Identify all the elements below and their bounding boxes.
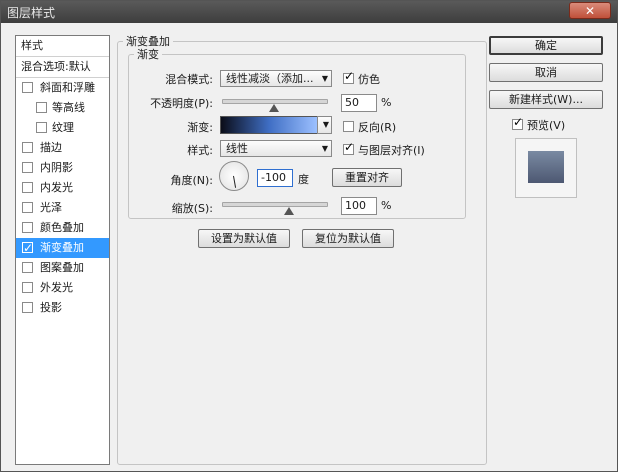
style-dropdown[interactable]: 线性 ▼	[220, 140, 332, 157]
angle-unit: 度	[298, 173, 309, 186]
scale-unit: %	[381, 199, 392, 212]
style-item-checkbox[interactable]	[36, 102, 47, 113]
style-item-label: 内阴影	[40, 161, 73, 174]
style-list-item[interactable]: 颜色叠加	[16, 218, 109, 238]
dialog-body: 样式 混合选项:默认 斜面和浮雕等高线纹理描边内阴影内发光光泽颜色叠加渐变叠加图…	[5, 25, 613, 467]
blend-mode-value: 线性减淡（添加...	[226, 72, 314, 85]
style-list-item[interactable]: 外发光	[16, 278, 109, 298]
style-item-label: 描边	[40, 141, 62, 154]
angle-dial[interactable]	[219, 161, 249, 191]
ok-button[interactable]: 确定	[489, 36, 603, 55]
style-item-label: 外发光	[40, 281, 73, 294]
chevron-down-icon: ▼	[321, 74, 328, 83]
style-item-checkbox[interactable]	[22, 182, 33, 193]
dither-checkbox[interactable]: 仿色	[343, 69, 380, 87]
style-list: 样式 混合选项:默认 斜面和浮雕等高线纹理描边内阴影内发光光泽颜色叠加渐变叠加图…	[15, 35, 110, 465]
style-value: 线性	[226, 142, 248, 155]
style-item-checkbox[interactable]	[22, 162, 33, 173]
close-button[interactable]: ✕	[569, 2, 611, 19]
dither-label: 仿色	[358, 73, 380, 86]
style-item-checkbox[interactable]	[36, 122, 47, 133]
style-list-item[interactable]: 渐变叠加	[16, 238, 109, 258]
style-item-checkbox[interactable]	[22, 282, 33, 293]
scale-label: 缩放(S):	[171, 202, 213, 215]
reverse-check[interactable]	[343, 121, 354, 132]
preview-label: 预览(V)	[527, 119, 566, 132]
scale-slider-thumb[interactable]	[283, 207, 294, 215]
align-with-layer-label: 与图层对齐(I)	[358, 144, 425, 157]
style-preview-swatch	[528, 151, 564, 183]
reset-alignment-button[interactable]: 重置对齐	[332, 168, 402, 187]
style-item-label: 图案叠加	[40, 261, 84, 274]
style-list-header-styles[interactable]: 样式	[16, 36, 109, 57]
angle-needle	[233, 175, 237, 188]
style-list-item[interactable]: 内发光	[16, 178, 109, 198]
style-item-label: 渐变叠加	[40, 241, 84, 254]
style-list-item[interactable]: 斜面和浮雕	[16, 78, 109, 98]
reverse-label: 反向(R)	[358, 121, 397, 134]
align-with-layer-check[interactable]	[343, 140, 354, 155]
set-as-default-button[interactable]: 设置为默认值	[198, 229, 290, 248]
style-item-checkbox[interactable]	[22, 302, 33, 313]
style-label: 样式:	[187, 144, 213, 157]
preview-checkbox[interactable]: 预览(V)	[512, 115, 566, 133]
style-item-label: 颜色叠加	[40, 221, 84, 234]
style-list-item[interactable]: 纹理	[16, 118, 109, 138]
angle-label: 角度(N):	[170, 174, 213, 187]
style-item-label: 斜面和浮雕	[40, 81, 95, 94]
cancel-button[interactable]: 取消	[489, 63, 603, 82]
style-list-item[interactable]: 等高线	[16, 98, 109, 118]
gradient-label: 渐变:	[187, 121, 213, 134]
layer-style-dialog: 图层样式 ✕ 样式 混合选项:默认 斜面和浮雕等高线纹理描边内阴影内发光光泽颜色…	[0, 0, 618, 472]
align-with-layer-checkbox[interactable]: 与图层对齐(I)	[343, 140, 425, 158]
opacity-slider-thumb[interactable]	[269, 104, 279, 112]
style-list-item[interactable]: 内阴影	[16, 158, 109, 178]
angle-input[interactable]: -100	[257, 169, 293, 187]
dialog-title: 图层样式	[7, 6, 56, 20]
blend-mode-label: 混合模式:	[165, 73, 213, 86]
reset-to-default-button[interactable]: 复位为默认值	[302, 229, 394, 248]
style-item-checkbox[interactable]	[22, 82, 33, 93]
gradient-group-title: 渐变	[137, 48, 159, 61]
opacity-unit: %	[381, 96, 392, 109]
style-preview-box	[515, 138, 577, 198]
style-list-item[interactable]: 投影	[16, 298, 109, 318]
style-item-checkbox[interactable]	[22, 142, 33, 153]
title-bar[interactable]: 图层样式 ✕	[1, 1, 617, 23]
opacity-label: 不透明度(P):	[150, 97, 213, 110]
preview-check[interactable]	[512, 115, 523, 130]
style-list-item[interactable]: 图案叠加	[16, 258, 109, 278]
blend-mode-dropdown[interactable]: 线性减淡（添加... ▼	[220, 70, 332, 87]
style-list-item[interactable]: 描边	[16, 138, 109, 158]
scale-slider-track[interactable]	[222, 202, 328, 207]
new-style-button[interactable]: 新建样式(W)...	[489, 90, 603, 109]
style-item-checkbox[interactable]	[22, 202, 33, 213]
style-item-label: 内发光	[40, 181, 73, 194]
chevron-down-icon: ▼	[321, 144, 328, 153]
reverse-checkbox[interactable]: 反向(R)	[343, 119, 396, 135]
style-list-header-blend-options[interactable]: 混合选项:默认	[16, 57, 109, 78]
style-item-label: 光泽	[40, 201, 62, 214]
style-item-checkbox[interactable]	[22, 262, 33, 273]
style-item-checkbox[interactable]	[22, 222, 33, 233]
style-item-label: 纹理	[52, 121, 74, 134]
style-item-label: 等高线	[52, 101, 85, 114]
chevron-down-icon: ▼	[322, 120, 329, 129]
style-item-label: 投影	[40, 301, 62, 314]
gradient-picker[interactable]	[220, 116, 318, 134]
style-list-item[interactable]: 光泽	[16, 198, 109, 218]
gradient-dropdown-arrow[interactable]: ▼	[317, 116, 332, 134]
style-item-checkbox[interactable]	[22, 238, 33, 258]
opacity-input[interactable]: 50	[341, 94, 377, 112]
dither-check[interactable]	[343, 69, 354, 84]
scale-input[interactable]: 100	[341, 197, 377, 215]
